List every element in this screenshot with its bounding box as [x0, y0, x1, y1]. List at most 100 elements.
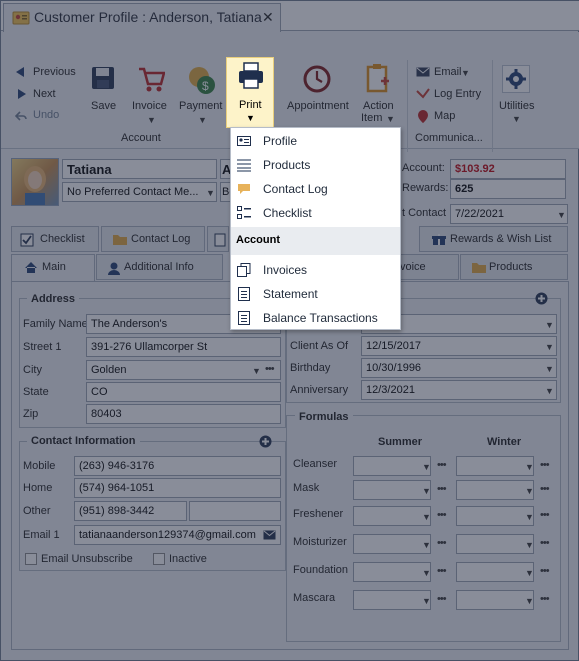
ellipsis-icon[interactable]: ••• — [540, 593, 550, 605]
ellipsis-icon[interactable]: ••• — [437, 565, 447, 577]
user-icon — [108, 262, 120, 275]
anniversary-field[interactable]: 12/3/2021 — [361, 380, 557, 400]
ellipsis-icon[interactable]: ••• — [437, 593, 447, 605]
ellipsis-icon[interactable]: ••• — [265, 363, 275, 375]
tab-products[interactable]: Products — [460, 254, 568, 280]
invoice-button[interactable]: Invoice — [132, 100, 167, 112]
tab-contact-log[interactable]: Contact Log — [101, 226, 205, 252]
ellipsis-icon[interactable]: ••• — [540, 509, 550, 521]
menu-item-checklist[interactable]: Checklist — [231, 201, 400, 225]
zip-label: Zip — [23, 408, 39, 420]
tab-hidden[interactable] — [207, 226, 229, 252]
home-field[interactable]: (574) 964-1051 — [74, 478, 281, 498]
winter-formula-select[interactable] — [456, 562, 534, 582]
log-entry-button[interactable]: Log Entry — [434, 88, 481, 100]
menu-item-statement[interactable]: Statement — [231, 282, 400, 306]
payment-button[interactable]: Payment — [179, 100, 222, 112]
menu-item-invoices[interactable]: Invoices — [231, 258, 400, 282]
checklist-icon — [20, 233, 34, 247]
email-button[interactable]: Email — [434, 66, 462, 78]
map-button[interactable]: Map — [434, 110, 455, 122]
ellipsis-icon[interactable]: ••• — [437, 459, 447, 471]
mobile-label: Mobile — [23, 460, 56, 472]
ellipsis-icon[interactable]: ••• — [437, 483, 447, 495]
appointment-button[interactable]: Appointment — [287, 100, 349, 112]
chevron-down-icon: ▼ — [557, 210, 566, 220]
summer-formula-select[interactable] — [353, 506, 431, 526]
email-unsubscribe-checkbox[interactable] — [25, 553, 37, 565]
ellipsis-icon[interactable]: ••• — [540, 565, 550, 577]
cart-icon — [139, 67, 165, 92]
divider — [407, 60, 408, 152]
winter-formula-select[interactable] — [456, 506, 534, 526]
menu-item-contact-log[interactable]: Contact Log — [231, 177, 400, 201]
contact-method-select[interactable]: No Preferred Contact Me... — [62, 182, 217, 202]
first-name-field[interactable]: Tatiana — [62, 159, 217, 179]
chevron-down-icon: ▼ — [525, 596, 534, 606]
email-field[interactable]: tatianaanderson129374@gmail.com — [74, 525, 281, 545]
address-header: Address — [27, 293, 80, 305]
utilities-button[interactable]: Utilities — [499, 100, 534, 112]
ellipsis-icon[interactable]: ••• — [540, 483, 550, 495]
zip-field[interactable]: 80403 — [86, 404, 281, 424]
print-button[interactable]: Print ▼ — [226, 57, 274, 128]
menu-item-balance-transactions[interactable]: Balance Transactions — [231, 306, 400, 330]
tab-checklist-label: Checklist — [40, 233, 85, 245]
inactive-checkbox[interactable] — [153, 553, 165, 565]
winter-formula-select[interactable] — [456, 456, 534, 476]
mobile-field[interactable]: (263) 946-3176 — [74, 456, 281, 476]
menu-item-profile[interactable]: Profile — [231, 129, 400, 153]
tab-checklist[interactable]: Checklist — [11, 226, 99, 252]
action-label[interactable]: Action — [363, 100, 394, 112]
menu-item-label: Checklist — [263, 206, 312, 220]
previous-button[interactable]: Previous — [33, 66, 76, 78]
summer-formula-select[interactable] — [353, 480, 431, 500]
tab-main[interactable]: Main — [11, 254, 95, 282]
street-field[interactable]: 391-276 Ullamcorper St — [86, 337, 281, 357]
winter-formula-select[interactable] — [456, 590, 534, 610]
document-icon — [214, 233, 226, 247]
state-label: State — [23, 386, 49, 398]
summer-formula-select[interactable] — [353, 534, 431, 554]
action-item-button[interactable]: Item — [361, 112, 382, 124]
tab-rewards-wish-list[interactable]: Rewards & Wish List — [419, 226, 568, 252]
email-icon[interactable] — [263, 530, 276, 540]
summer-formula-select[interactable] — [353, 562, 431, 582]
close-icon[interactable]: ✕ — [262, 9, 274, 26]
ellipsis-icon[interactable]: ••• — [437, 537, 447, 549]
state-field[interactable]: CO — [86, 382, 281, 402]
undo-button[interactable]: Undo — [33, 109, 59, 121]
tab-main-label: Main — [42, 261, 66, 273]
checklist-icon — [237, 206, 251, 219]
add-icon[interactable] — [535, 292, 548, 305]
client-as-of-field[interactable]: 12/15/2017 — [361, 336, 557, 356]
ellipsis-icon[interactable]: ••• — [437, 509, 447, 521]
other-phone-ext-field[interactable] — [189, 501, 281, 521]
summer-formula-select[interactable] — [353, 456, 431, 476]
menu-item-label: Profile — [263, 134, 298, 148]
summer-formula-select[interactable] — [353, 590, 431, 610]
menu-section-account: Account — [231, 227, 400, 255]
other-phone-field[interactable]: (951) 898-3442 — [74, 501, 187, 521]
menu-item-products[interactable]: Products — [231, 153, 400, 177]
save-button[interactable]: Save — [91, 100, 116, 112]
ellipsis-icon[interactable]: ••• — [540, 537, 550, 549]
tab-additional-info[interactable]: Additional Info — [96, 254, 223, 280]
group-account-label: Account — [121, 132, 161, 144]
document-tab[interactable]: Customer Profile : Anderson, Tatiana ✕ — [3, 3, 281, 32]
ellipsis-icon[interactable]: ••• — [540, 459, 550, 471]
customer-profile-window: Customer Profile : Anderson, Tatiana ✕ P… — [0, 0, 579, 661]
last-contact-date[interactable]: 7/22/2021 — [450, 204, 568, 224]
add-icon[interactable] — [259, 435, 272, 448]
birthday-field[interactable]: 10/30/1996 — [361, 358, 557, 378]
invoices-icon — [237, 263, 251, 277]
tab-invoice[interactable]: voice — [399, 254, 459, 280]
next-button[interactable]: Next — [33, 88, 56, 100]
chevron-down-icon: ▼ — [545, 342, 554, 352]
winter-formula-select[interactable] — [456, 534, 534, 554]
winter-formula-select[interactable] — [456, 480, 534, 500]
gear-icon — [506, 69, 526, 89]
previous-icon — [16, 67, 24, 77]
chat-icon — [238, 184, 250, 194]
avatar[interactable] — [11, 158, 59, 206]
